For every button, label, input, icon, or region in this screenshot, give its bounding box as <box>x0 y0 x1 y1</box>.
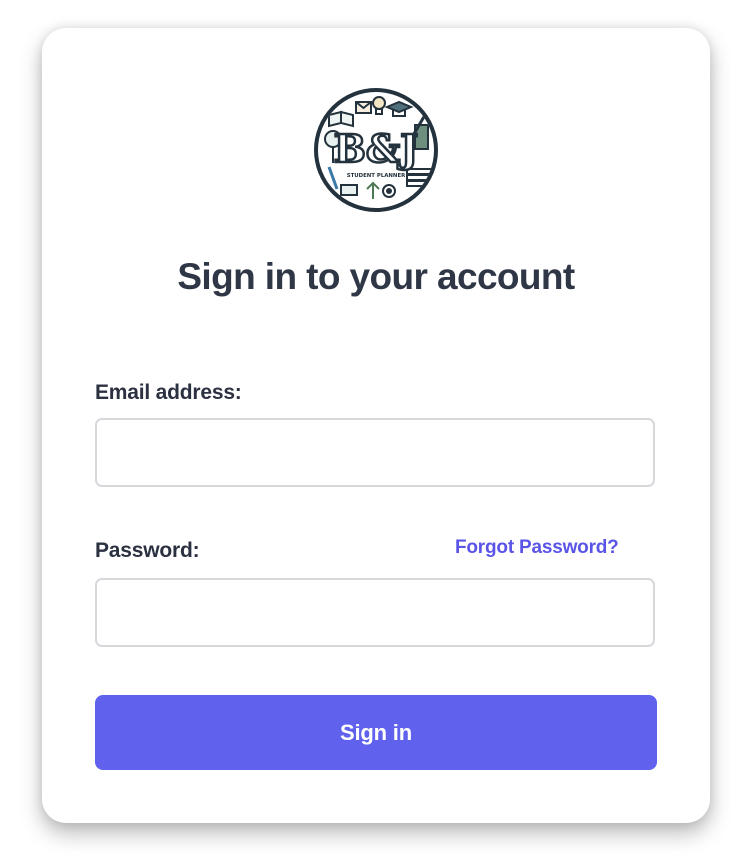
page-background: B&J STUDENT PLANNER Sign in to your acco… <box>0 0 731 857</box>
password-field[interactable] <box>95 578 655 647</box>
sign-in-button[interactable]: Sign in <box>95 695 657 770</box>
logo-monogram: B&J <box>334 126 418 171</box>
forgot-password-link[interactable]: Forgot Password? <box>455 535 619 561</box>
logo: B&J STUDENT PLANNER <box>314 88 438 212</box>
email-field[interactable] <box>95 418 655 487</box>
signin-card: B&J STUDENT PLANNER Sign in to your acco… <box>42 28 710 823</box>
email-label: Email address: <box>95 381 242 404</box>
page-title: Sign in to your account <box>177 256 575 297</box>
password-label: Password: <box>95 539 200 562</box>
logo-caption: STUDENT PLANNER <box>347 173 406 179</box>
